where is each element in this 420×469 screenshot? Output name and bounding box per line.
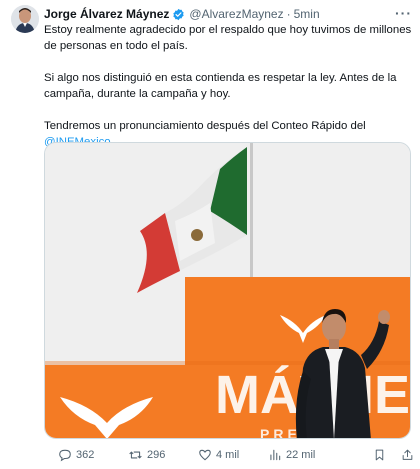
views-chart-icon — [270, 449, 281, 461]
tweet-paragraph-2: Si algo nos distinguió en esta contienda… — [44, 72, 397, 100]
avatar[interactable] — [11, 5, 39, 33]
tweet[interactable]: Jorge Álvarez Máynez @AlvarezMaynez · 5m… — [0, 0, 420, 469]
author-handle[interactable]: @AlvarezMaynez — [189, 7, 283, 21]
like-count: 4 mil — [216, 449, 240, 461]
repost-icon — [129, 451, 142, 459]
tweet-header: Jorge Álvarez Máynez @AlvarezMaynez · 5m… — [44, 5, 412, 23]
like-button[interactable]: 4 mil — [198, 448, 239, 462]
tweet-actions: 362 296 4 mil 22 mil — [58, 446, 413, 464]
bookmark-button[interactable] — [373, 448, 386, 462]
tweet-photo[interactable]: MÁYNEZ PRES — [44, 142, 411, 439]
more-options-icon[interactable]: ··· — [395, 5, 412, 21]
tweet-timestamp[interactable]: 5min — [294, 7, 320, 21]
author-name[interactable]: Jorge Álvarez Máynez — [44, 7, 169, 21]
tweet-paragraph-1: Estoy realmente agradecido por el respal… — [44, 24, 412, 52]
views-count: 22 mil — [286, 449, 316, 461]
heart-icon — [199, 449, 211, 461]
reply-count: 362 — [76, 449, 95, 461]
photo-illustration: MÁYNEZ PRES — [45, 143, 410, 438]
tweet-text: Estoy realmente agradecido por el respal… — [44, 22, 414, 150]
repost-button[interactable]: 296 — [128, 448, 165, 462]
share-button[interactable] — [401, 448, 414, 462]
tweet-paragraph-3-text: Tendremos un pronunciamiento después del… — [44, 120, 366, 132]
separator-dot: · — [286, 7, 291, 21]
reply-button[interactable]: 362 — [58, 448, 94, 462]
bookmark-icon — [375, 449, 384, 461]
verified-badge-icon — [172, 8, 185, 21]
views-button[interactable]: 22 mil — [268, 448, 315, 462]
share-icon — [402, 449, 413, 460]
repost-count: 296 — [147, 449, 166, 461]
reply-icon — [59, 449, 71, 462]
avatar-image — [11, 5, 39, 33]
